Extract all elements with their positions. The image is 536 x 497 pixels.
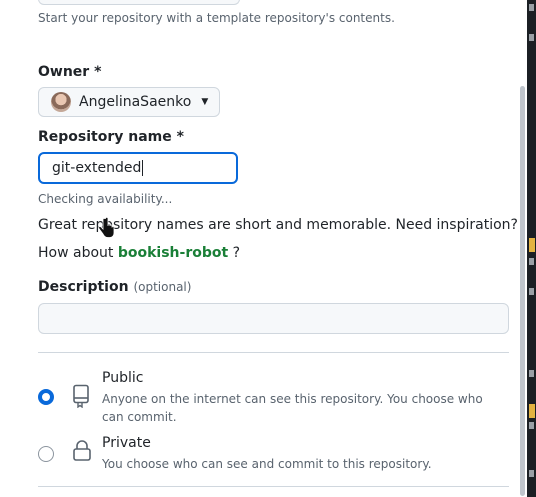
suggestion-line: How about bookish-robot ? (38, 245, 240, 261)
repo-name-input[interactable]: git-extended (38, 152, 238, 184)
divider-bottom (38, 486, 509, 487)
scrollbar[interactable] (520, 86, 525, 496)
new-repository-form: Start your repository with a template re… (0, 0, 527, 497)
caret-down-icon: ▼ (201, 97, 209, 107)
template-hint: Start your repository with a template re… (38, 11, 395, 25)
owner-label: Owner * (38, 64, 102, 80)
description-label-text: Description (38, 279, 129, 295)
editor-text-mark (529, 470, 534, 477)
divider (38, 352, 509, 353)
pointer-hand-icon (98, 217, 115, 238)
owner-dropdown[interactable]: AngelinaSaenko ▼ (38, 87, 220, 117)
description-label: Description (optional) (38, 279, 191, 295)
editor-text-mark (529, 4, 534, 11)
question-mark: ? (232, 245, 241, 261)
editor-highlight (529, 404, 535, 418)
template-select[interactable] (38, 0, 240, 5)
editor-text-mark (529, 422, 534, 429)
repo-name-label: Repository name * (38, 129, 184, 145)
optional-tag: (optional) (133, 280, 192, 294)
editor-highlight (529, 238, 535, 252)
repo-name-value: git-extended (52, 160, 142, 176)
editor-text-mark (529, 34, 534, 41)
public-description: Anyone on the internet can see this repo… (102, 392, 483, 424)
private-description: You choose who can see and commit to thi… (102, 457, 432, 471)
owner-name: AngelinaSaenko (79, 94, 192, 110)
lock-icon (73, 440, 91, 461)
description-input[interactable] (38, 303, 509, 334)
repo-icon (73, 384, 89, 408)
public-radio[interactable] (38, 389, 54, 405)
availability-status: Checking availability... (38, 192, 173, 206)
editor-text-mark (529, 258, 534, 265)
how-about-text: How about (38, 245, 114, 261)
editor-text-mark (529, 370, 534, 377)
private-radio[interactable] (38, 446, 54, 462)
avatar (51, 92, 71, 112)
suggested-name-link[interactable]: bookish-robot (118, 245, 228, 261)
text-cursor (142, 160, 144, 176)
public-title: Public (102, 370, 144, 386)
editor-text-mark (529, 288, 534, 295)
private-title: Private (102, 435, 151, 451)
